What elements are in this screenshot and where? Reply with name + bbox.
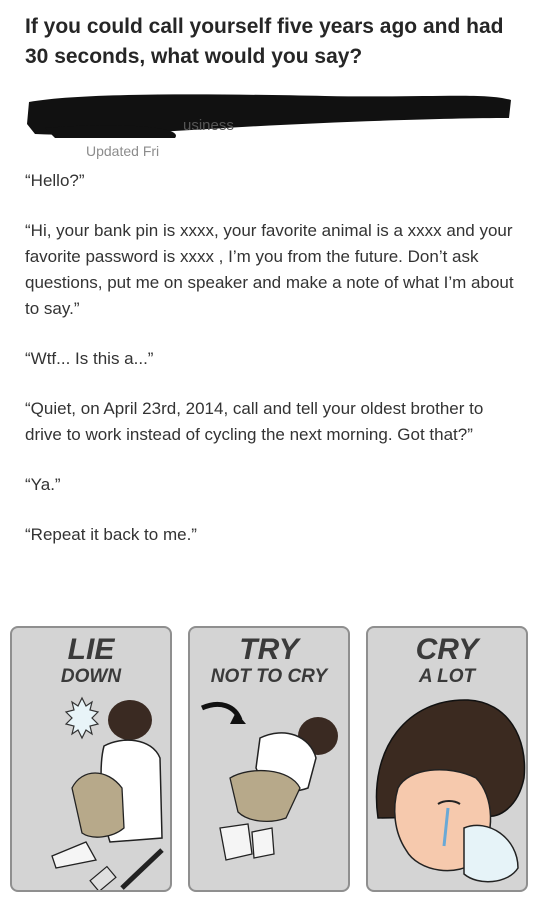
panel-caption-line2: A LOT	[418, 666, 476, 687]
panel-caption-line1: LIE	[67, 633, 115, 666]
panel-caption-line1: TRY	[239, 633, 299, 666]
meme-panel-try-not-to-cry: TRY NOT TO CRY	[188, 626, 350, 892]
author-line: usiness	[25, 88, 515, 140]
answer-paragraph: “Ya.”	[25, 475, 61, 494]
answer-paragraph: “Quiet, on April 23rd, 2014, call and te…	[25, 399, 484, 444]
answer-paragraph: “Hi, your bank pin is xxxx, your favorit…	[25, 221, 514, 318]
redaction-scribble	[27, 94, 511, 138]
meme-panel-cry-a-lot: CRY A LOT	[366, 626, 528, 892]
updated-timestamp: Updated Fri	[86, 143, 160, 159]
answer-paragraph: “Wtf... Is this a...”	[25, 349, 154, 368]
question-title: If you could call yourself five years ag…	[25, 15, 504, 68]
meme-image: LIE DOWN TRY NOT TO CRY CRY A LOT	[10, 626, 530, 896]
answer-body: “Hello?” “Hi, your bank pin is xxxx, you…	[25, 168, 520, 572]
panel-caption-line2: DOWN	[60, 666, 122, 687]
answer-paragraph: “Hello?”	[25, 171, 85, 190]
meme-panel-lie-down: LIE DOWN	[10, 626, 172, 892]
panel-caption-line2: NOT TO CRY	[210, 666, 328, 687]
answer-paragraph: “Repeat it back to me.”	[25, 525, 197, 544]
author-credential-fragment: usiness	[183, 117, 234, 134]
panel-caption-line1: CRY	[415, 633, 479, 666]
